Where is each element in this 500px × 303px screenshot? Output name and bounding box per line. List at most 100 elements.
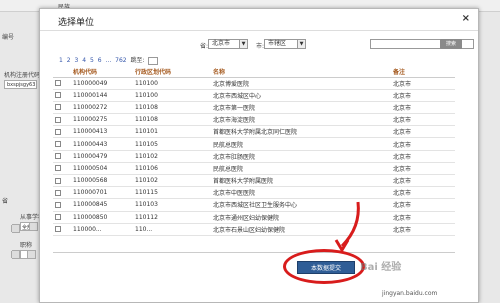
table-row[interactable]: 110000443 110105 民航总医院 北京市 [53, 137, 455, 151]
checkbox[interactable] [55, 104, 61, 111]
row-region-code: 110106 [133, 162, 211, 176]
row-checkbox[interactable] [53, 137, 71, 151]
page-link-3[interactable]: 3 [75, 57, 79, 64]
table-row[interactable]: 110000272 110108 北京市第一医院 北京市 [53, 101, 455, 115]
dialog-title: 选择单位 [58, 18, 95, 28]
row-note: 北京市 [391, 113, 455, 127]
row-checkbox[interactable] [53, 211, 71, 224]
close-icon[interactable]: × [462, 13, 470, 24]
city-select[interactable]: 市辖区 ▼ [264, 39, 306, 49]
row-org-code: 110000443 [71, 137, 133, 151]
background-label-org-code: 机构注册代码 [4, 72, 41, 79]
row-checkbox[interactable] [53, 223, 71, 236]
background-small-select-2[interactable] [11, 250, 20, 259]
row-name: 北京市肛肠医院 [211, 150, 391, 163]
checkbox[interactable] [55, 201, 61, 208]
row-checkbox[interactable] [53, 89, 71, 102]
row-checkbox[interactable] [53, 186, 71, 200]
pagination: 1 2 3 4 5 6 ... 762 跳至: [59, 55, 160, 65]
row-name: 北京市海淀医院 [211, 113, 391, 127]
row-checkbox[interactable] [53, 198, 71, 212]
row-org-code: 110000144 [71, 89, 133, 102]
search-button[interactable]: 搜索 [440, 39, 462, 49]
page-link-6[interactable]: 6 [98, 57, 102, 64]
row-org-code: 110000049 [71, 77, 133, 90]
checkbox[interactable] [55, 165, 61, 172]
row-region-code: 110102 [133, 150, 211, 163]
row-checkbox[interactable] [53, 77, 71, 90]
row-region-code: 110103 [133, 198, 211, 212]
row-note: 北京市 [391, 223, 455, 236]
table-row[interactable]: 110000144 110100 北京市西城区中心 北京市 [53, 89, 455, 102]
background-label-province: 省 [2, 198, 9, 205]
row-org-code: 110000479 [71, 150, 133, 163]
row-name: 北京博爱医院 [211, 77, 391, 90]
table-row[interactable]: 110000850 110112 北京市通州区妇幼保健院 北京市 [53, 211, 455, 224]
checkbox[interactable] [55, 153, 61, 160]
checkbox[interactable] [55, 92, 61, 99]
table-row[interactable]: 110000... 110... 北京市石景山区妇幼保健院 北京市 [53, 223, 455, 236]
table-row[interactable]: 110000568 110102 首都医科大学附属医院 北京市 [53, 174, 455, 188]
checkbox[interactable] [55, 226, 61, 233]
checkbox[interactable] [55, 189, 61, 196]
table-header-row: 机构代码 行政区划代码 名称 备注 [53, 67, 455, 78]
checkbox[interactable] [55, 128, 61, 135]
province-select[interactable]: 北京市 ▼ [208, 39, 248, 49]
filter-bar: 省: 北京市 ▼ 市: 市辖区 ▼ [200, 39, 480, 50]
background-org-code-input[interactable]: bxspjsgy63 [4, 80, 37, 89]
watermark-logo: Bai 经验 [360, 262, 402, 273]
row-org-code: 110000568 [71, 174, 133, 188]
row-org-code: 110000413 [71, 125, 133, 139]
row-checkbox[interactable] [53, 150, 71, 163]
background-label-title: 职称 [20, 242, 33, 249]
page-link-5[interactable]: 5 [90, 57, 94, 64]
row-name: 民航总医院 [211, 162, 391, 176]
row-checkbox[interactable] [53, 125, 71, 139]
checkbox[interactable] [55, 80, 61, 87]
city-label: 市: [256, 43, 265, 50]
checkbox[interactable] [55, 177, 61, 184]
checkbox[interactable] [55, 141, 61, 148]
row-checkbox[interactable] [53, 101, 71, 115]
row-note: 北京市 [391, 150, 455, 163]
table-row[interactable]: 110000845 110103 北京市西城区社区卫生服务中心 北京市 [53, 198, 455, 212]
table-body: 110000049 110100 北京博爱医院 北京市 110000144 110100 北… [53, 77, 455, 236]
background-subject-value: 全部 [22, 225, 33, 231]
row-region-code: 110101 [133, 125, 211, 139]
table-row[interactable]: 110000504 110106 民航总医院 北京市 [53, 162, 455, 176]
page-link-4[interactable]: 4 [82, 57, 86, 64]
row-name: 北京市西城区中心 [211, 89, 391, 102]
table-row[interactable]: 110000701 110115 北京市中医医院 北京市 [53, 186, 455, 200]
checkbox[interactable] [55, 116, 61, 123]
row-note: 北京市 [391, 101, 455, 115]
row-org-code: 110000504 [71, 162, 133, 176]
jump-input[interactable] [148, 56, 159, 65]
table-row[interactable]: 110000275 110108 北京市海淀医院 北京市 [53, 113, 455, 127]
page-link-2[interactable]: 2 [67, 57, 71, 64]
row-note: 北京市 [391, 125, 455, 139]
row-region-code: 110115 [133, 186, 211, 200]
page-link-1[interactable]: 1 [59, 57, 63, 64]
background-small-select[interactable] [11, 224, 20, 233]
table-row[interactable]: 110000049 110100 北京博爱医院 北京市 [53, 77, 455, 90]
page-ellipsis: ... [105, 57, 112, 64]
row-note: 北京市 [391, 137, 455, 151]
row-name: 北京市中医医院 [211, 186, 391, 200]
checkbox[interactable] [55, 214, 61, 221]
row-checkbox[interactable] [53, 113, 71, 127]
background-title-select[interactable] [20, 250, 36, 259]
row-checkbox[interactable] [53, 162, 71, 176]
background-subject-select[interactable]: 全部 [20, 222, 38, 231]
row-note: 北京市 [391, 186, 455, 200]
row-org-code: 110000850 [71, 211, 133, 224]
page-link-last[interactable]: 762 [115, 57, 126, 64]
city-value: 市辖区 [268, 40, 287, 47]
row-name: 首都医科大学附属北京同仁医院 [211, 125, 391, 139]
chevron-down-icon: ▼ [239, 40, 247, 48]
row-region-code: 110108 [133, 101, 211, 115]
chevron-down-icon: ▼ [297, 40, 305, 48]
dialog-titlebar: 选择单位 × [40, 9, 478, 31]
table-row[interactable]: 110000479 110102 北京市肛肠医院 北京市 [53, 150, 455, 163]
row-checkbox[interactable] [53, 174, 71, 188]
table-row[interactable]: 110000413 110101 首都医科大学附属北京同仁医院 北京市 [53, 125, 455, 139]
